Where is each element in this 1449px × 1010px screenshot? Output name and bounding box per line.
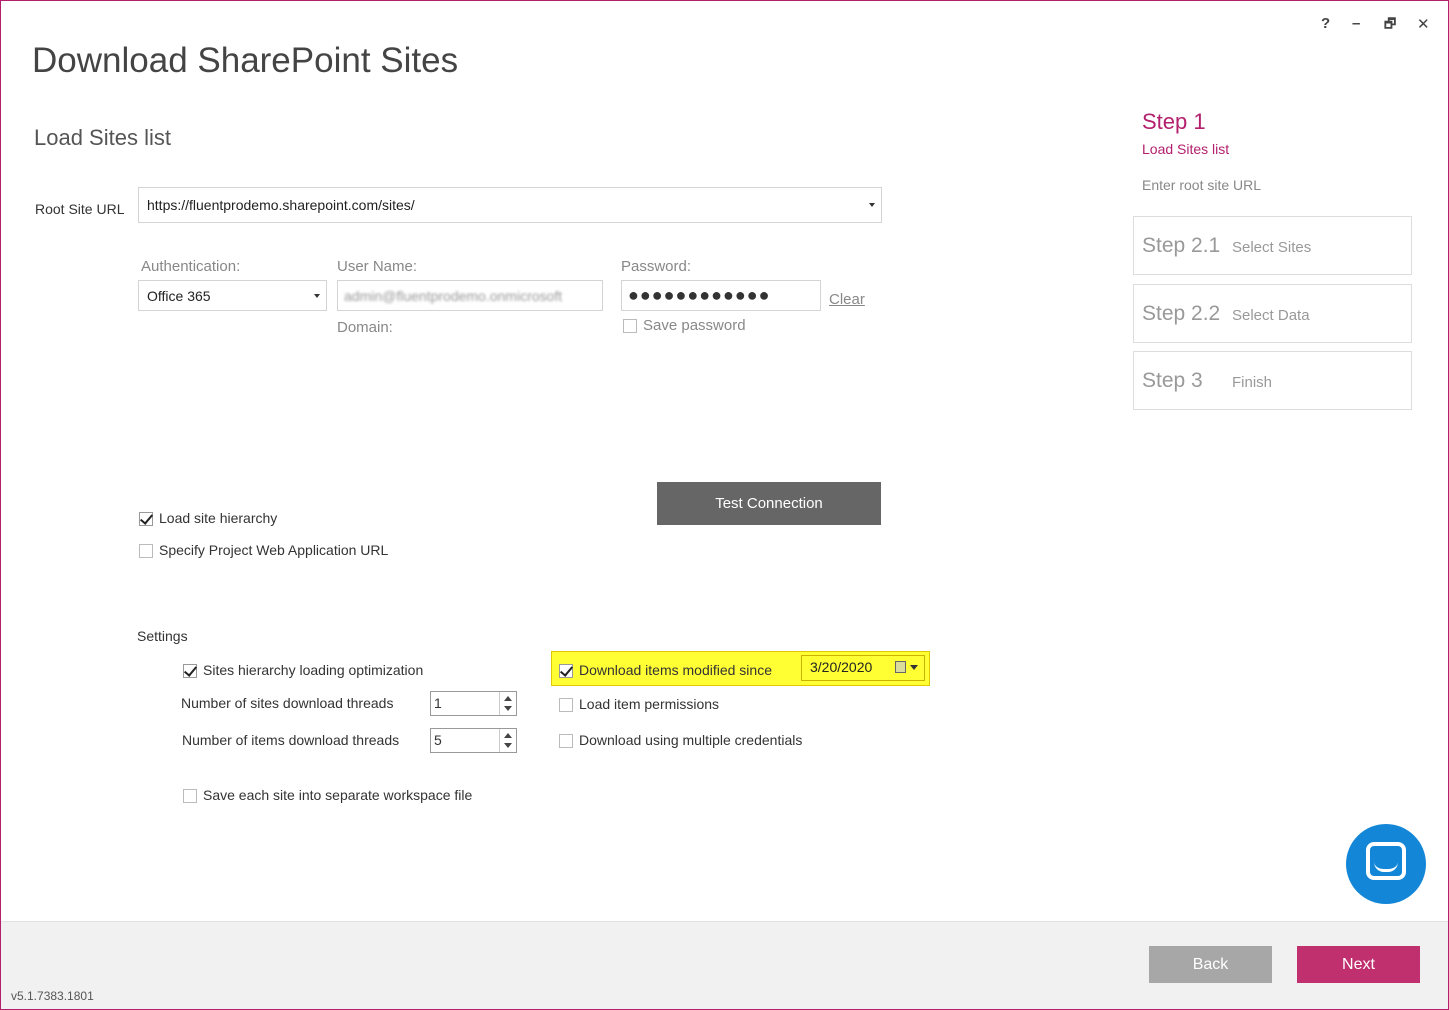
- save-password-label: Save password: [643, 317, 746, 334]
- sites-threads-stepper[interactable]: 1: [430, 691, 517, 716]
- close-icon[interactable]: ✕: [1417, 15, 1430, 33]
- items-threads-value: 5: [434, 732, 442, 748]
- items-threads-stepper[interactable]: 5: [430, 728, 517, 753]
- auth-value: Office 365: [147, 287, 211, 304]
- arrow-down-icon[interactable]: [504, 706, 512, 711]
- modified-since-date-picker[interactable]: 3/20/2020: [801, 655, 925, 681]
- next-button[interactable]: Next: [1297, 946, 1420, 983]
- items-threads-label: Number of items download threads: [182, 732, 400, 748]
- separate-workspace-label: Save each site into separate workspace f…: [203, 787, 473, 803]
- help-icon[interactable]: ?: [1321, 15, 1330, 32]
- back-button[interactable]: Back: [1149, 946, 1272, 983]
- step-number: Step 3: [1142, 369, 1203, 392]
- load-permissions-label: Load item permissions: [579, 696, 720, 712]
- multiple-credentials-label: Download using multiple credentials: [579, 732, 803, 748]
- stepper-buttons[interactable]: [499, 729, 516, 752]
- chevron-down-icon[interactable]: [869, 203, 875, 207]
- chevron-down-icon[interactable]: [910, 665, 918, 670]
- stepper-buttons[interactable]: [499, 692, 516, 715]
- chat-button[interactable]: [1346, 824, 1426, 904]
- app-window: ? – 🗗 ✕ Download SharePoint Sites Load S…: [0, 0, 1449, 1010]
- password-value: ●●●●●●●●●●●●: [628, 285, 771, 305]
- sites-threads-value: 1: [434, 695, 442, 711]
- step-active-subtitle: Load Sites list: [1142, 141, 1230, 157]
- calendar-icon[interactable]: [895, 661, 906, 673]
- separate-workspace-checkbox[interactable]: [183, 789, 197, 803]
- save-password-checkbox[interactable]: [623, 319, 637, 333]
- test-connection-button[interactable]: Test Connection: [657, 482, 881, 525]
- hierarchy-opt-label: Sites hierarchy loading optimization: [203, 662, 424, 678]
- username-label: User Name:: [337, 258, 418, 275]
- version-label: v5.1.7383.1801: [11, 989, 94, 1003]
- step-card-2-2[interactable]: Step 2.2 Select Data: [1133, 284, 1412, 343]
- root-url-label: Root Site URL: [35, 201, 125, 217]
- username-value: admin@fluentprodemo.onmicrosoft: [344, 288, 563, 304]
- modified-since-date: 3/20/2020: [810, 659, 873, 675]
- password-input[interactable]: ●●●●●●●●●●●●: [621, 280, 821, 311]
- step-card-3[interactable]: Step 3 Finish: [1133, 351, 1412, 410]
- specify-pwa-checkbox[interactable]: [139, 544, 153, 558]
- arrow-up-icon[interactable]: [504, 696, 512, 701]
- arrow-down-icon[interactable]: [504, 743, 512, 748]
- sites-threads-label: Number of sites download threads: [181, 695, 394, 711]
- restore-icon[interactable]: 🗗: [1384, 15, 1396, 37]
- step-active-hint: Enter root site URL: [1142, 177, 1262, 193]
- password-label: Password:: [621, 258, 692, 275]
- step-card-2-1[interactable]: Step 2.1 Select Sites: [1133, 216, 1412, 275]
- step-number: Step 2.2: [1142, 302, 1221, 325]
- step-name: Select Sites: [1232, 239, 1312, 256]
- username-input[interactable]: admin@fluentprodemo.onmicrosoft: [337, 280, 603, 311]
- arrow-up-icon[interactable]: [504, 733, 512, 738]
- load-hierarchy-label: Load site hierarchy: [159, 510, 278, 526]
- specify-pwa-label: Specify Project Web Application URL: [159, 542, 389, 558]
- load-permissions-checkbox[interactable]: [559, 698, 573, 712]
- step-name: Select Data: [1232, 307, 1310, 324]
- clear-link[interactable]: Clear: [829, 291, 865, 308]
- auth-label: Authentication:: [141, 258, 241, 275]
- chat-icon: [1366, 842, 1406, 880]
- auth-select[interactable]: Office 365: [138, 280, 327, 311]
- domain-label: Domain:: [337, 319, 393, 336]
- step-number: Step 2.1: [1142, 234, 1221, 257]
- modified-since-checkbox[interactable]: [559, 664, 573, 678]
- settings-title: Settings: [137, 628, 188, 644]
- minimize-icon[interactable]: –: [1352, 15, 1360, 32]
- step-name: Finish: [1232, 374, 1273, 391]
- multiple-credentials-checkbox[interactable]: [559, 734, 573, 748]
- hierarchy-opt-checkbox[interactable]: [183, 664, 197, 678]
- page-title: Download SharePoint Sites: [32, 41, 459, 80]
- step-active-title: Step 1: [1142, 109, 1206, 134]
- section-title: Load Sites list: [34, 125, 171, 150]
- root-url-combo[interactable]: https://fluentprodemo.sharepoint.com/sit…: [138, 187, 882, 223]
- root-url-value: https://fluentprodemo.sharepoint.com/sit…: [147, 197, 415, 213]
- chevron-down-icon[interactable]: [314, 293, 320, 298]
- load-hierarchy-checkbox[interactable]: [139, 512, 153, 526]
- modified-since-label: Download items modified since: [579, 662, 772, 678]
